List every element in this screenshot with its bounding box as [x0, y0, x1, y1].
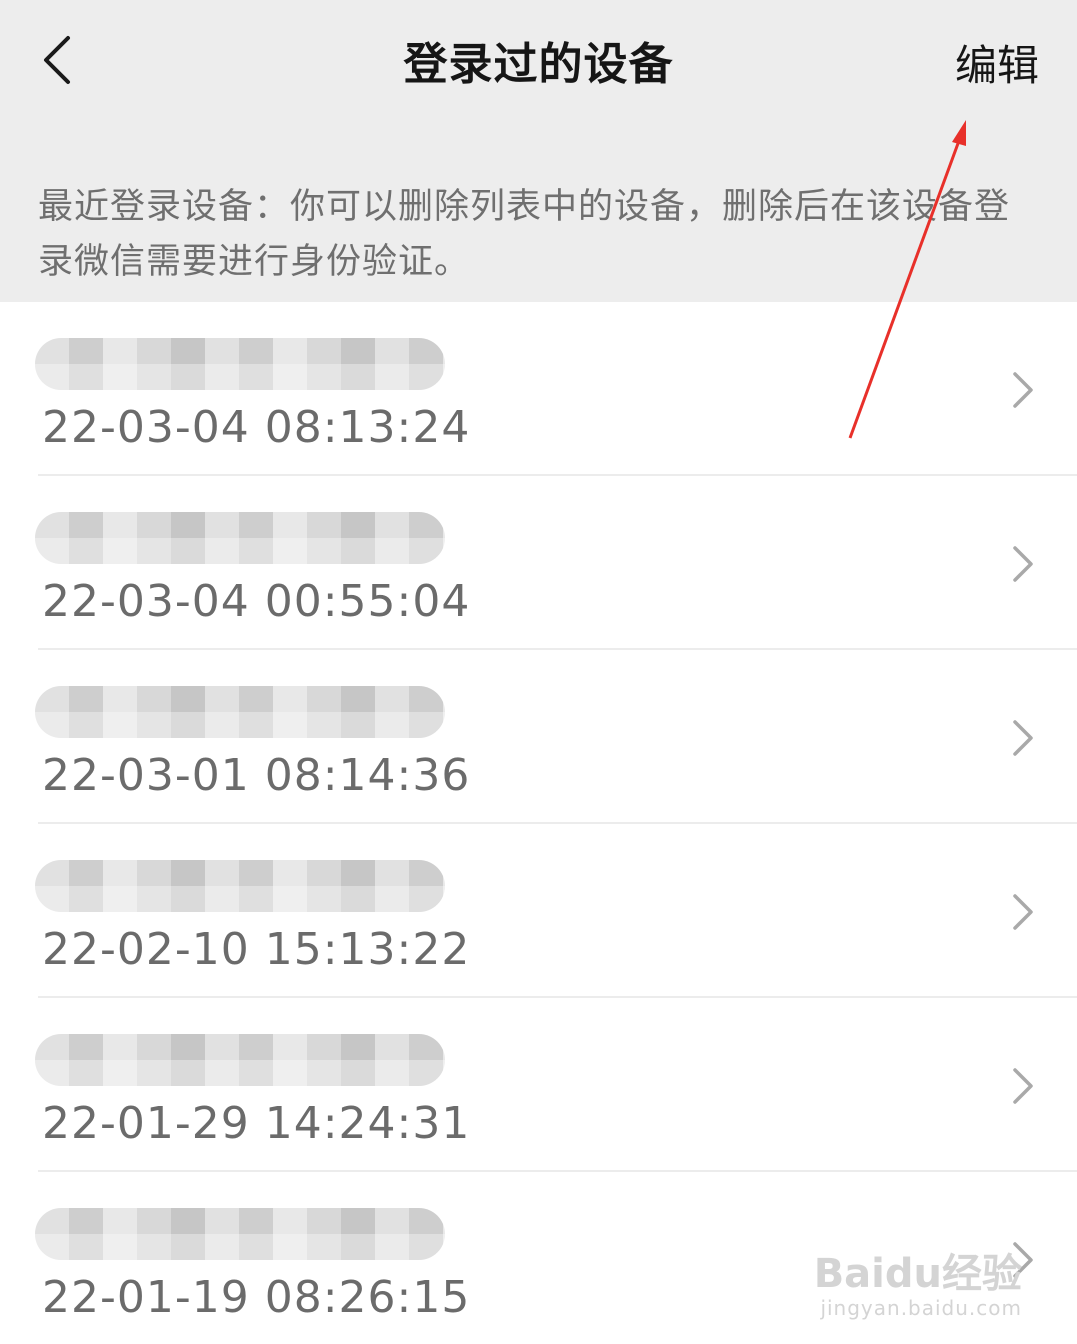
login-time: 22-01-19 08:26:15	[42, 1272, 471, 1323]
device-row[interactable]: 22-02-10 15:13:22	[35, 824, 1077, 998]
chevron-right-icon	[1013, 1068, 1033, 1104]
watermark-brand: Baidu经验	[813, 1251, 1022, 1297]
watermark: Baidu经验 jingyan.baidu.com	[814, 1252, 1022, 1320]
chevron-right-icon	[1013, 372, 1033, 408]
login-time: 22-01-29 14:24:31	[42, 1098, 471, 1149]
chevron-right-icon	[1013, 894, 1033, 930]
chevron-right-icon	[1013, 546, 1033, 582]
login-time: 22-03-04 08:13:24	[42, 402, 471, 453]
device-row[interactable]: 22-03-01 08:14:36	[35, 650, 1077, 824]
device-name-blurred	[35, 512, 445, 564]
chevron-right-icon	[1013, 720, 1033, 756]
device-name-blurred	[35, 1208, 445, 1260]
login-time: 22-02-10 15:13:22	[42, 924, 471, 975]
login-time: 22-03-01 08:14:36	[42, 750, 471, 801]
watermark-url: jingyan.baidu.com	[820, 1296, 1022, 1320]
device-name-blurred	[35, 860, 445, 912]
description-text: 最近登录设备：你可以删除列表中的设备，删除后在该设备登录微信需要进行身份验证。	[38, 187, 1011, 282]
device-name-blurred	[35, 338, 445, 390]
device-row[interactable]: 22-03-04 00:55:04	[35, 476, 1077, 650]
device-row[interactable]: 22-01-29 14:24:31	[35, 998, 1077, 1172]
page-title: 登录过的设备	[403, 39, 674, 90]
device-list: 22-03-04 08:13:24 22-03-04 00:55:04 22-0…	[0, 302, 1077, 1344]
header-bar: 登录过的设备 编辑 最近登录设备：你可以删除列表中的设备，删除后在该设备登录微信…	[0, 0, 1077, 302]
device-name-blurred	[35, 686, 445, 738]
edit-button[interactable]: 编辑	[955, 32, 1039, 93]
device-row[interactable]: 22-03-04 08:13:24	[35, 302, 1077, 476]
login-time: 22-03-04 00:55:04	[42, 576, 471, 627]
device-name-blurred	[35, 1034, 445, 1086]
